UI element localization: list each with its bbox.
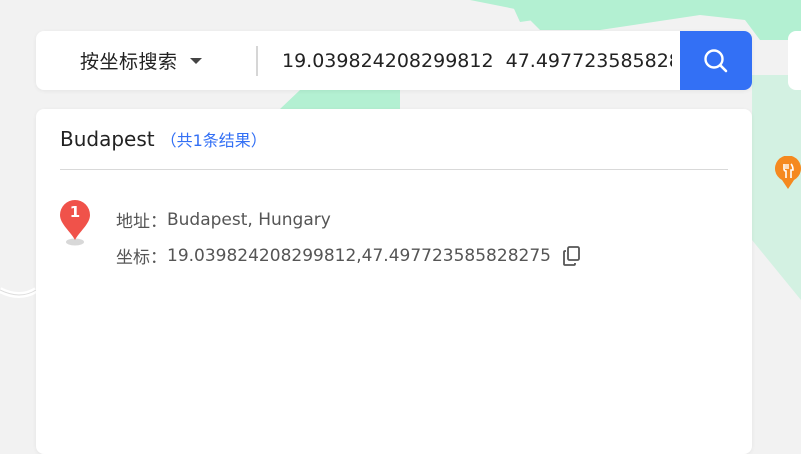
side-panel-button[interactable] bbox=[788, 31, 801, 90]
coordinate-value: 19.039824208299812,47.497723585828275 bbox=[167, 245, 551, 266]
search-mode-dropdown[interactable]: 按坐标搜索 bbox=[36, 31, 256, 90]
search-mode-label: 按坐标搜索 bbox=[80, 51, 178, 73]
search-button[interactable] bbox=[680, 31, 752, 90]
copy-icon[interactable] bbox=[563, 245, 581, 266]
result-item[interactable]: 1 地址： Budapest, Hungary 坐标： 19.039824208… bbox=[58, 199, 728, 279]
coordinate-label: 坐标： bbox=[116, 248, 167, 268]
chevron-down-icon bbox=[189, 57, 202, 64]
result-coordinate: 坐标： 19.039824208299812,47.49772358582827… bbox=[116, 243, 581, 268]
search-icon bbox=[704, 48, 728, 72]
result-address: 地址： Budapest, Hungary bbox=[116, 207, 331, 233]
address-label: 地址： bbox=[116, 212, 167, 232]
results-panel: Budapest （共1条结果） 1 地址： Budapest, Hungary… bbox=[36, 109, 752, 454]
search-bar: 按坐标搜索 bbox=[36, 31, 752, 90]
results-title: Budapest bbox=[60, 127, 155, 151]
results-count: （共1条结果） bbox=[160, 131, 267, 150]
map-pin-icon: 1 bbox=[58, 199, 92, 247]
result-index: 1 bbox=[69, 203, 81, 221]
address-value: Budapest, Hungary bbox=[167, 209, 331, 230]
restaurant-icon[interactable] bbox=[774, 156, 801, 190]
coordinate-search-input[interactable] bbox=[258, 31, 680, 90]
results-header: Budapest （共1条结果） bbox=[60, 109, 728, 170]
